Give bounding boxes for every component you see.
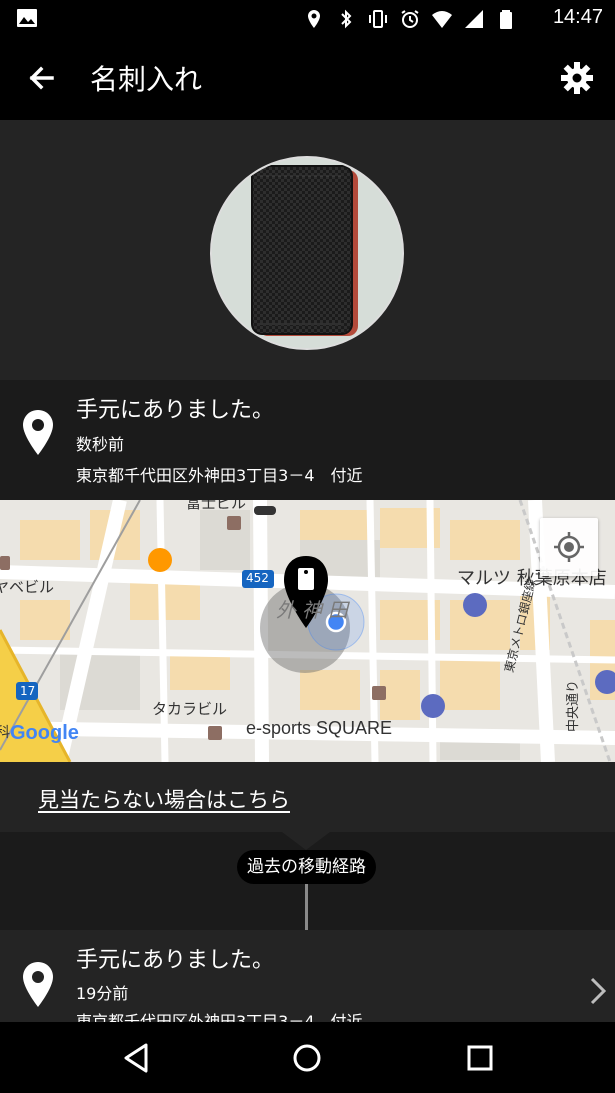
chevron-right-icon[interactable] — [588, 976, 608, 1006]
timeline-notch — [282, 832, 330, 850]
timeline-line — [305, 882, 308, 930]
image-icon — [16, 8, 38, 28]
status-headline: 手元にありました。 — [76, 398, 275, 423]
history-headline: 手元にありました。 — [76, 948, 275, 973]
map-label-road-number: 452 — [246, 571, 269, 585]
history-timeline-header: 過去の移動経路 — [0, 832, 615, 930]
nav-recents-icon[interactable] — [462, 1040, 498, 1076]
card-case-photo[interactable] — [210, 156, 404, 350]
page-title: 名刺入れ — [90, 63, 203, 96]
clock: 14:47 — [552, 6, 603, 28]
item-photo-section — [0, 120, 615, 380]
map-label-left: ヤベビル — [0, 578, 55, 596]
bluetooth-icon — [335, 8, 357, 30]
history-row[interactable]: 手元にありました。 19分前 東京都千代田区外神田3丁目3－4 付近 — [0, 930, 615, 1022]
map-label-district: 外神田 — [276, 598, 354, 622]
history-time-ago: 19分前 — [76, 984, 129, 1003]
map-label-venue: e-sports SQUARE — [246, 718, 393, 738]
wifi-icon — [431, 8, 453, 30]
gear-icon[interactable] — [557, 58, 597, 98]
signal-icon — [463, 8, 485, 30]
nav-home-icon[interactable] — [289, 1040, 325, 1076]
vibrate-icon — [367, 8, 389, 30]
map-view[interactable]: 富士ビル 452 ヤベビル マルツ 秋葉原本店 外神田 東京メトロ銀座線 中央通… — [0, 500, 615, 762]
nav-back-icon[interactable] — [118, 1040, 154, 1076]
map-label-top-building: 富士ビル — [186, 500, 247, 512]
map-label-route: 17 — [20, 684, 36, 698]
status-time-ago: 数秒前 — [76, 435, 125, 454]
map-label-street: 中央通り — [566, 679, 581, 732]
arrow-back-icon[interactable] — [22, 58, 62, 98]
status-address: 東京都千代田区外神田3丁目3－4 付近 — [76, 466, 363, 485]
location-pin-icon — [20, 960, 56, 1010]
app-bar: 名刺入れ — [0, 38, 615, 120]
battery-icon — [495, 8, 517, 30]
status-bar: 14:47 — [0, 0, 615, 38]
google-logo: Google — [10, 722, 79, 744]
history-address: 東京都千代田区外神田3丁目3－4 付近 — [76, 1012, 363, 1022]
history-label-chip: 過去の移動経路 — [237, 850, 376, 884]
my-location-button[interactable] — [540, 518, 598, 576]
map-label-bottom-left: 科 — [0, 725, 10, 741]
status-icons — [303, 7, 517, 31]
current-location-row[interactable]: 手元にありました。 数秒前 東京都千代田区外神田3丁目3－4 付近 — [0, 380, 615, 500]
location-icon — [303, 8, 325, 30]
alarm-icon — [399, 8, 421, 30]
map-label-bottom-building: タカラビル — [152, 700, 228, 718]
not-found-section: 見当たらない場合はこちら — [0, 762, 615, 832]
system-nav-bar — [0, 1022, 615, 1093]
not-found-link[interactable]: 見当たらない場合はこちら — [38, 784, 290, 814]
location-pin-icon — [20, 408, 56, 458]
